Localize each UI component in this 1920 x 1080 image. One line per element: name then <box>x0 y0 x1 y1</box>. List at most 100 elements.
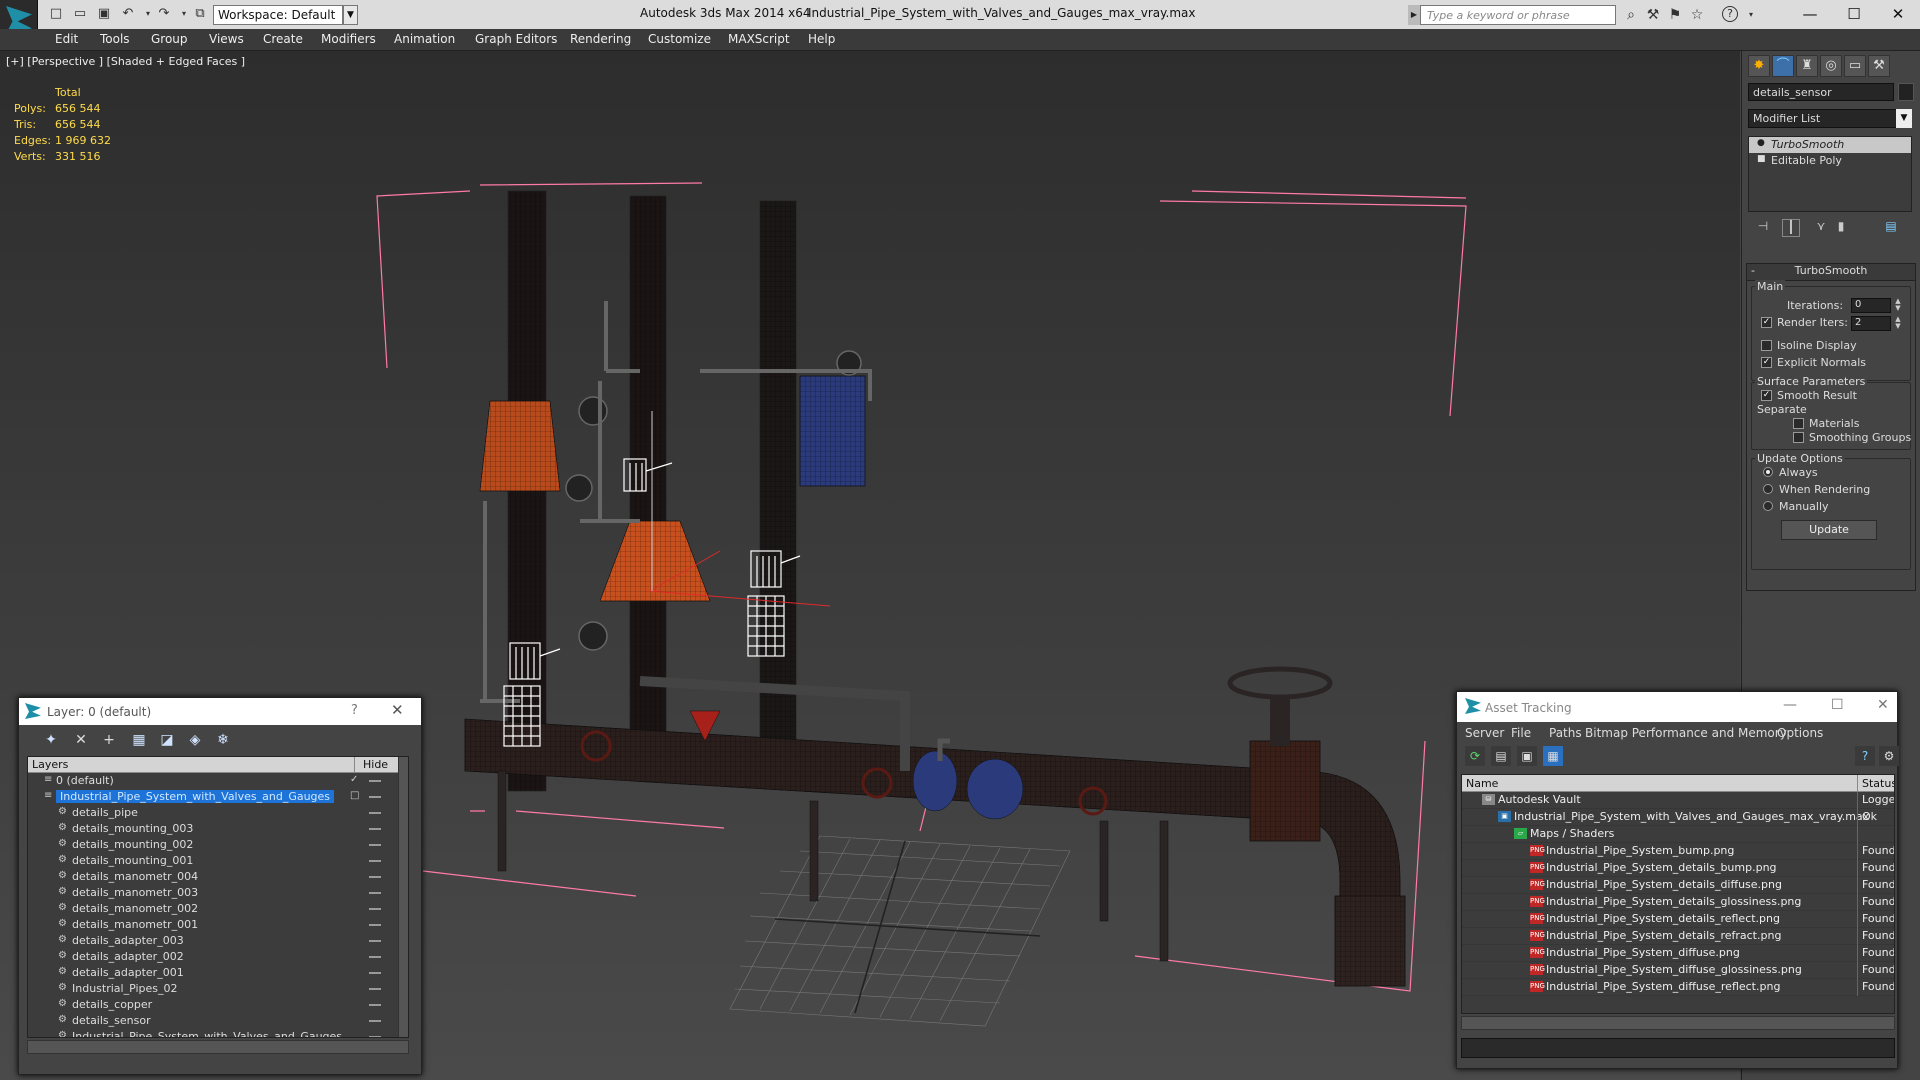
hide-toggle[interactable] <box>369 972 381 974</box>
open-file-icon[interactable]: ▭ <box>72 6 88 22</box>
render-iters-checkbox[interactable]: ✓ <box>1761 317 1772 328</box>
delete-layer-icon[interactable]: ✕ <box>71 730 91 750</box>
redo-icon[interactable]: ↷ <box>156 6 172 22</box>
current-layer-check-icon[interactable]: ✓ <box>350 774 358 785</box>
help-icon[interactable]: ? <box>351 703 358 718</box>
menu-edit[interactable]: Edit <box>55 32 78 46</box>
help-icon[interactable]: ? <box>1722 6 1738 22</box>
asset-row[interactable]: PNG Industrial_Pipe_System_details_refrac… <box>1462 928 1894 945</box>
help-icon[interactable]: ? <box>1855 746 1875 766</box>
hide-toggle[interactable] <box>369 988 381 990</box>
hide-toggle[interactable] <box>369 1004 381 1006</box>
smoothing-groups-checkbox[interactable] <box>1793 432 1804 443</box>
asset-row[interactable]: PNG Industrial_Pipe_System_diffuse.png Fou… <box>1462 945 1894 962</box>
help-dropdown-icon[interactable]: ▾ <box>1742 6 1760 24</box>
hide-toggle[interactable] <box>369 1020 381 1022</box>
expand-icon[interactable]: ■ <box>1757 154 1766 164</box>
layer-window-titlebar[interactable]: Layer: 0 (default) ? ✕ <box>19 698 421 725</box>
minimize-icon[interactable]: — <box>1783 697 1797 713</box>
close-icon[interactable]: ✕ <box>1877 697 1889 713</box>
asset-path-input[interactable] <box>1461 1038 1895 1058</box>
menu-rendering[interactable]: Rendering <box>570 32 631 46</box>
spinner-arrows-icon[interactable]: ▲ ▼ <box>1893 316 1903 331</box>
hierarchy-tab-icon[interactable]: ♜ <box>1796 55 1818 77</box>
communication-center-icon[interactable]: ⚒ <box>1644 6 1662 24</box>
make-unique-icon[interactable]: ⋎ <box>1812 219 1830 237</box>
smooth-result-checkbox[interactable]: ✓ <box>1761 390 1772 401</box>
table-view-icon[interactable]: ▦ <box>1543 746 1563 766</box>
update-button[interactable]: Update <box>1781 520 1877 540</box>
object-name-field[interactable]: details_sensor <box>1748 83 1894 101</box>
motion-tab-icon[interactable]: ◎ <box>1820 55 1842 77</box>
highlight-layer-icon[interactable]: ◪ <box>157 730 177 750</box>
asset-row[interactable]: PNG Industrial_Pipe_System_bump.png Found <box>1462 843 1894 860</box>
modifier-list-chevron-icon[interactable]: ▼ <box>1896 109 1912 128</box>
thumbnail-view-icon[interactable]: ▣ <box>1517 746 1537 766</box>
always-radio[interactable] <box>1763 467 1773 477</box>
layer-row[interactable]: ⚙ details_manometr_003 <box>28 885 408 901</box>
layer-row[interactable]: ⚙ details_mounting_003 <box>28 821 408 837</box>
hide-toggle[interactable] <box>369 892 381 894</box>
menu-customize[interactable]: Customize <box>648 32 711 46</box>
explicit-normals-checkbox[interactable]: ✓ <box>1761 357 1772 368</box>
layer-row[interactable]: ⚙ details_sensor <box>28 1013 408 1029</box>
layer-row[interactable]: ⚙ details_adapter_003 <box>28 933 408 949</box>
layer-row[interactable]: ⚙ details_adapter_002 <box>28 949 408 965</box>
settings-icon[interactable]: ⚙ <box>1879 746 1899 766</box>
menu-create[interactable]: Create <box>263 32 303 46</box>
asset-tracking-titlebar[interactable]: Asset Tracking — ☐ ✕ <box>1457 692 1897 722</box>
layer-row[interactable]: ⚙ details_adapter_001 <box>28 965 408 981</box>
when-rendering-radio[interactable] <box>1763 484 1773 494</box>
asset-row[interactable]: ▣ Industrial_Pipe_System_with_Valves_and_… <box>1462 809 1894 826</box>
search-expand-icon[interactable]: ▶ <box>1408 5 1420 25</box>
layer-row[interactable]: ≡ Industrial_Pipe_System_with_Valves_and_… <box>28 789 408 805</box>
hide-toggle[interactable] <box>369 828 381 830</box>
modify-tab-icon[interactable]: ⌒ <box>1772 55 1794 77</box>
menu-animation[interactable]: Animation <box>394 32 455 46</box>
favorites-star-icon[interactable]: ☆ <box>1688 6 1706 24</box>
asset-row[interactable]: PNG Industrial_Pipe_System_diffuse_reflec… <box>1462 979 1894 996</box>
refresh-icon[interactable]: ⟳ <box>1465 746 1485 766</box>
menu-options[interactable]: Options <box>1777 726 1823 740</box>
manually-radio[interactable] <box>1763 501 1773 511</box>
minimize-icon[interactable]: — <box>1790 2 1830 26</box>
vertical-scrollbar[interactable] <box>398 757 408 1037</box>
isoline-display-checkbox[interactable] <box>1761 340 1772 351</box>
subscription-icon[interactable]: ⚑ <box>1666 6 1684 24</box>
menu-file[interactable]: File <box>1511 726 1531 740</box>
layer-row[interactable]: ⚙ details_manometr_002 <box>28 901 408 917</box>
menu-group[interactable]: Group <box>151 32 188 46</box>
modifier-list-dropdown[interactable]: Modifier List <box>1748 109 1908 128</box>
undo-icon[interactable]: ↶ <box>120 6 136 22</box>
hide-toggle[interactable] <box>369 908 381 910</box>
undo-dropdown-icon[interactable]: ▾ <box>140 6 156 22</box>
menu-help[interactable]: Help <box>808 32 835 46</box>
rollout-header[interactable]: - TurboSmooth <box>1747 264 1915 281</box>
hide-toggle[interactable] <box>369 796 381 798</box>
save-file-icon[interactable]: ▣ <box>96 6 112 22</box>
hide-toggle[interactable] <box>369 924 381 926</box>
utilities-tab-icon[interactable]: ⚒ <box>1868 55 1890 77</box>
binoculars-icon[interactable]: ⌕ <box>1622 6 1640 24</box>
show-end-result-icon[interactable]: ┃ <box>1782 219 1800 237</box>
project-folder-icon[interactable]: ⧉ <box>192 6 208 22</box>
hide-toggle[interactable] <box>369 956 381 958</box>
horizontal-scrollbar[interactable] <box>1461 1016 1895 1030</box>
layer-row[interactable]: ⚙ details_manometr_001 <box>28 917 408 933</box>
hide-toggle[interactable] <box>369 940 381 942</box>
layer-row[interactable]: ⚙ details_manometr_004 <box>28 869 408 885</box>
create-layer-icon[interactable]: ✦ <box>41 730 61 750</box>
menu-modifiers[interactable]: Modifiers <box>321 32 376 46</box>
horizontal-scrollbar[interactable] <box>27 1040 409 1054</box>
materials-checkbox[interactable] <box>1793 418 1804 429</box>
add-to-layer-icon[interactable]: + <box>99 730 119 750</box>
layer-row[interactable]: ⚙ details_pipe <box>28 805 408 821</box>
col-name[interactable]: Name <box>1466 777 1498 790</box>
freeze-all-layers-icon[interactable]: ❄ <box>213 730 233 750</box>
workspace-dropdown-icon[interactable]: ▼ <box>343 5 358 25</box>
asset-row[interactable]: PNG Industrial_Pipe_System_diffuse_glossi… <box>1462 962 1894 979</box>
lightbulb-icon[interactable]: ● <box>1757 138 1765 148</box>
layer-row[interactable]: ≡ 0 (default) ✓ <box>28 773 408 789</box>
menu-maxscript[interactable]: MAXScript <box>728 32 790 46</box>
menu-graph-editors[interactable]: Graph Editors <box>475 32 557 46</box>
